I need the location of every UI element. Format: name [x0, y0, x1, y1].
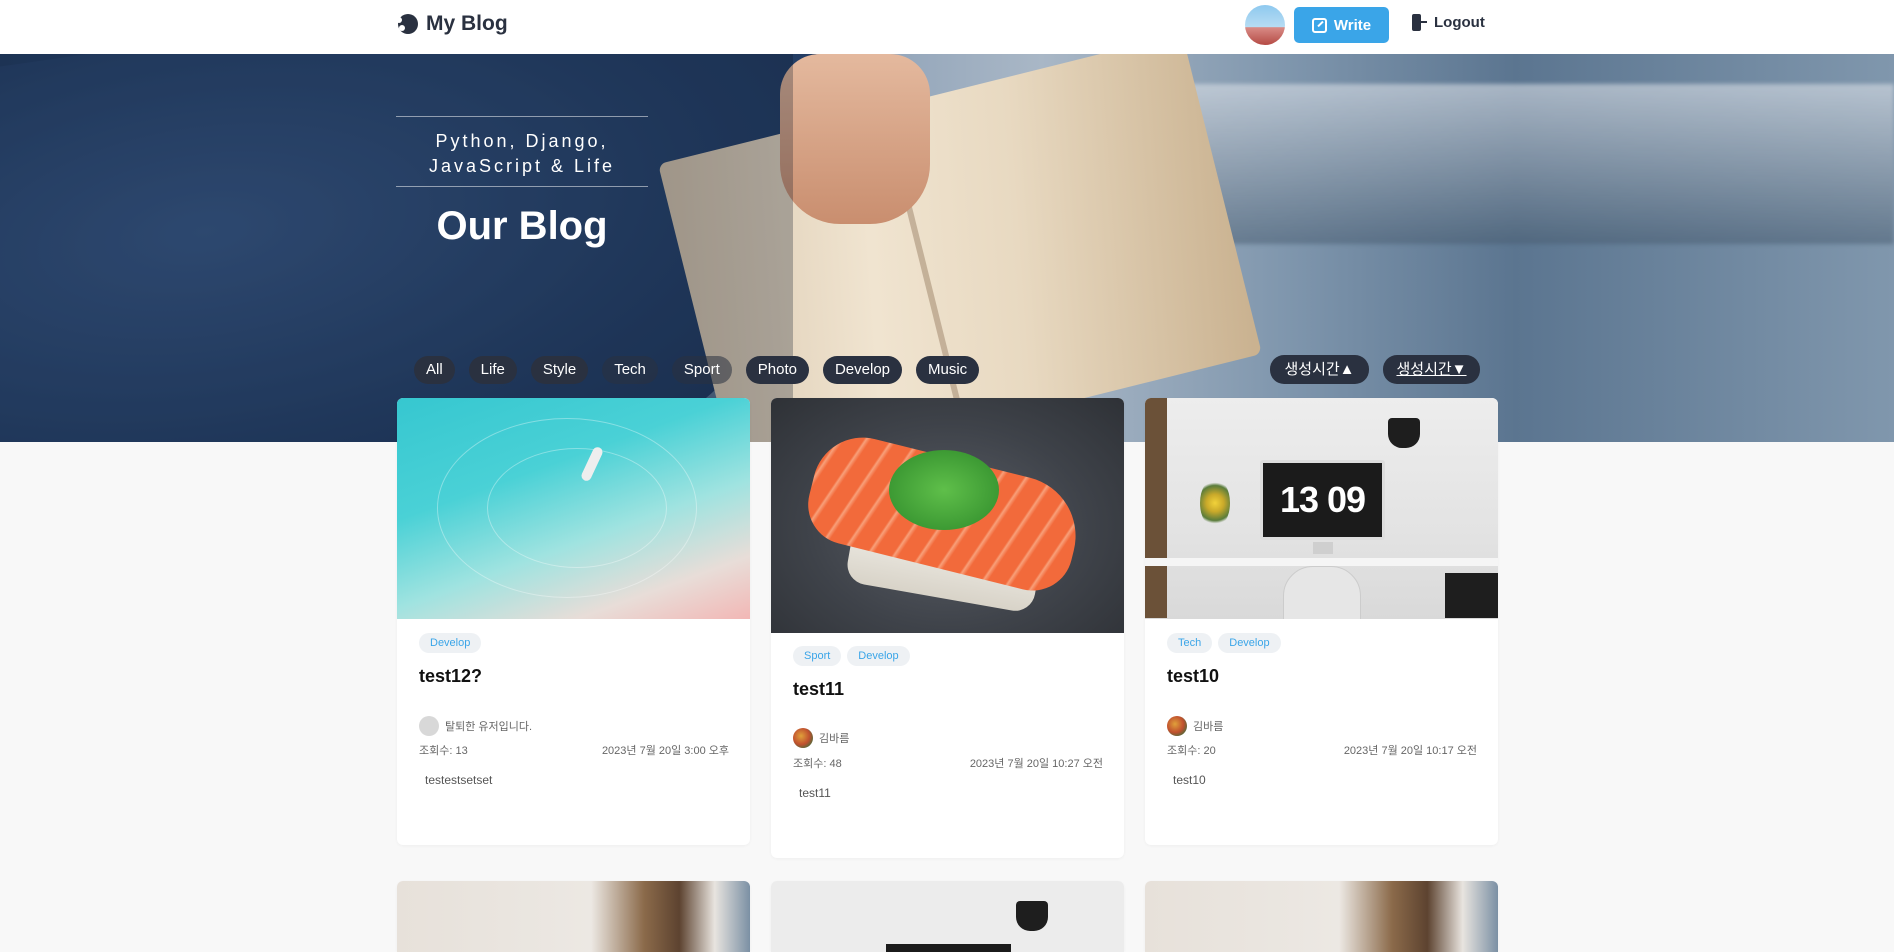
post-thumbnail: [397, 398, 750, 619]
top-navbar: My Blog Write Logout: [0, 0, 1894, 54]
category-develop[interactable]: Develop: [822, 356, 903, 384]
post-views: 조회수: 13: [419, 745, 468, 757]
user-avatar[interactable]: [1245, 5, 1285, 45]
hero-subtitle: Python, Django, JavaScript & Life: [396, 116, 648, 187]
post-card[interactable]: 13 09 Tech Develop test10 김바름 조회수: 20 20…: [1145, 398, 1498, 845]
post-excerpt: test10: [1173, 773, 1206, 787]
sort-created-desc[interactable]: 생성시간▼: [1383, 355, 1480, 384]
post-meta: 조회수: 20 2023년 7월 20일 10:17 오전: [1167, 742, 1477, 758]
tag-badge[interactable]: Develop: [419, 633, 482, 653]
author-avatar: [793, 728, 813, 748]
brand-name: My Blog: [426, 12, 508, 35]
post-thumbnail: 13 09: [1145, 398, 1498, 619]
post-views: 조회수: 20: [1167, 745, 1216, 757]
post-meta: 조회수: 48 2023년 7월 20일 10:27 오전: [793, 755, 1103, 771]
post-author: 김바름: [793, 728, 849, 748]
tag-badge[interactable]: Tech: [1167, 633, 1213, 653]
logout-icon: [1412, 14, 1427, 31]
post-author: 김바름: [1167, 716, 1223, 736]
tag-badge[interactable]: Sport: [793, 646, 842, 666]
author-name: 탈퇴한 유저입니다.: [445, 721, 533, 733]
deleted-user-icon: [419, 716, 439, 736]
post-title[interactable]: test10: [1167, 666, 1219, 687]
brand-logo-icon: [396, 12, 420, 36]
post-tags: Develop: [419, 633, 482, 653]
category-style[interactable]: Style: [530, 356, 589, 384]
write-button[interactable]: Write: [1294, 7, 1389, 43]
post-card[interactable]: [771, 881, 1124, 952]
author-avatar: [1167, 716, 1187, 736]
post-date: 2023년 7월 20일 10:27 오전: [969, 758, 1103, 770]
category-all[interactable]: All: [414, 356, 455, 384]
post-meta: 조회수: 13 2023년 7월 20일 3:00 오후: [419, 742, 729, 758]
logout-label: Logout: [1434, 14, 1485, 31]
post-thumbnail: [771, 881, 1124, 952]
hero-title: Our Blog: [436, 204, 608, 248]
logout-link[interactable]: Logout: [1412, 14, 1485, 31]
category-filter: All Life Style Tech Sport Photo Develop …: [414, 356, 980, 384]
post-tags: Sport Develop: [793, 646, 910, 666]
post-tags: Tech Develop: [1167, 633, 1281, 653]
category-music[interactable]: Music: [916, 356, 980, 384]
post-card[interactable]: Develop test12? 탈퇴한 유저입니다. 조회수: 13 2023년…: [397, 398, 750, 845]
post-date: 2023년 7월 20일 3:00 오후: [601, 745, 729, 757]
clock-display: 13 09: [1260, 460, 1385, 540]
category-sport[interactable]: Sport: [671, 356, 732, 384]
tag-badge[interactable]: Develop: [1218, 633, 1281, 653]
post-card[interactable]: [397, 881, 750, 952]
edit-icon: [1311, 17, 1327, 33]
author-name: 김바름: [819, 733, 850, 745]
brand-link[interactable]: My Blog: [396, 12, 508, 36]
tag-badge[interactable]: Develop: [847, 646, 910, 666]
write-button-label: Write: [1333, 16, 1372, 34]
post-excerpt: testestsetset: [425, 773, 493, 787]
post-excerpt: test11: [799, 786, 831, 800]
post-thumbnail: [771, 398, 1124, 633]
sort-created-asc[interactable]: 생성시간▲: [1270, 355, 1369, 384]
post-thumbnail: [1145, 881, 1498, 952]
post-views: 조회수: 48: [793, 758, 842, 770]
category-photo[interactable]: Photo: [745, 356, 809, 384]
category-tech[interactable]: Tech: [602, 356, 658, 384]
post-title[interactable]: test11: [793, 679, 844, 700]
post-author: 탈퇴한 유저입니다.: [419, 716, 532, 736]
post-card[interactable]: [1145, 881, 1498, 952]
category-life[interactable]: Life: [468, 356, 517, 384]
author-name: 김바름: [1193, 721, 1224, 733]
post-date: 2023년 7월 20일 10:17 오전: [1343, 745, 1477, 757]
post-thumbnail: [397, 881, 750, 952]
post-card[interactable]: Sport Develop test11 김바름 조회수: 48 2023년 7…: [771, 398, 1124, 858]
post-title[interactable]: test12?: [419, 666, 482, 687]
